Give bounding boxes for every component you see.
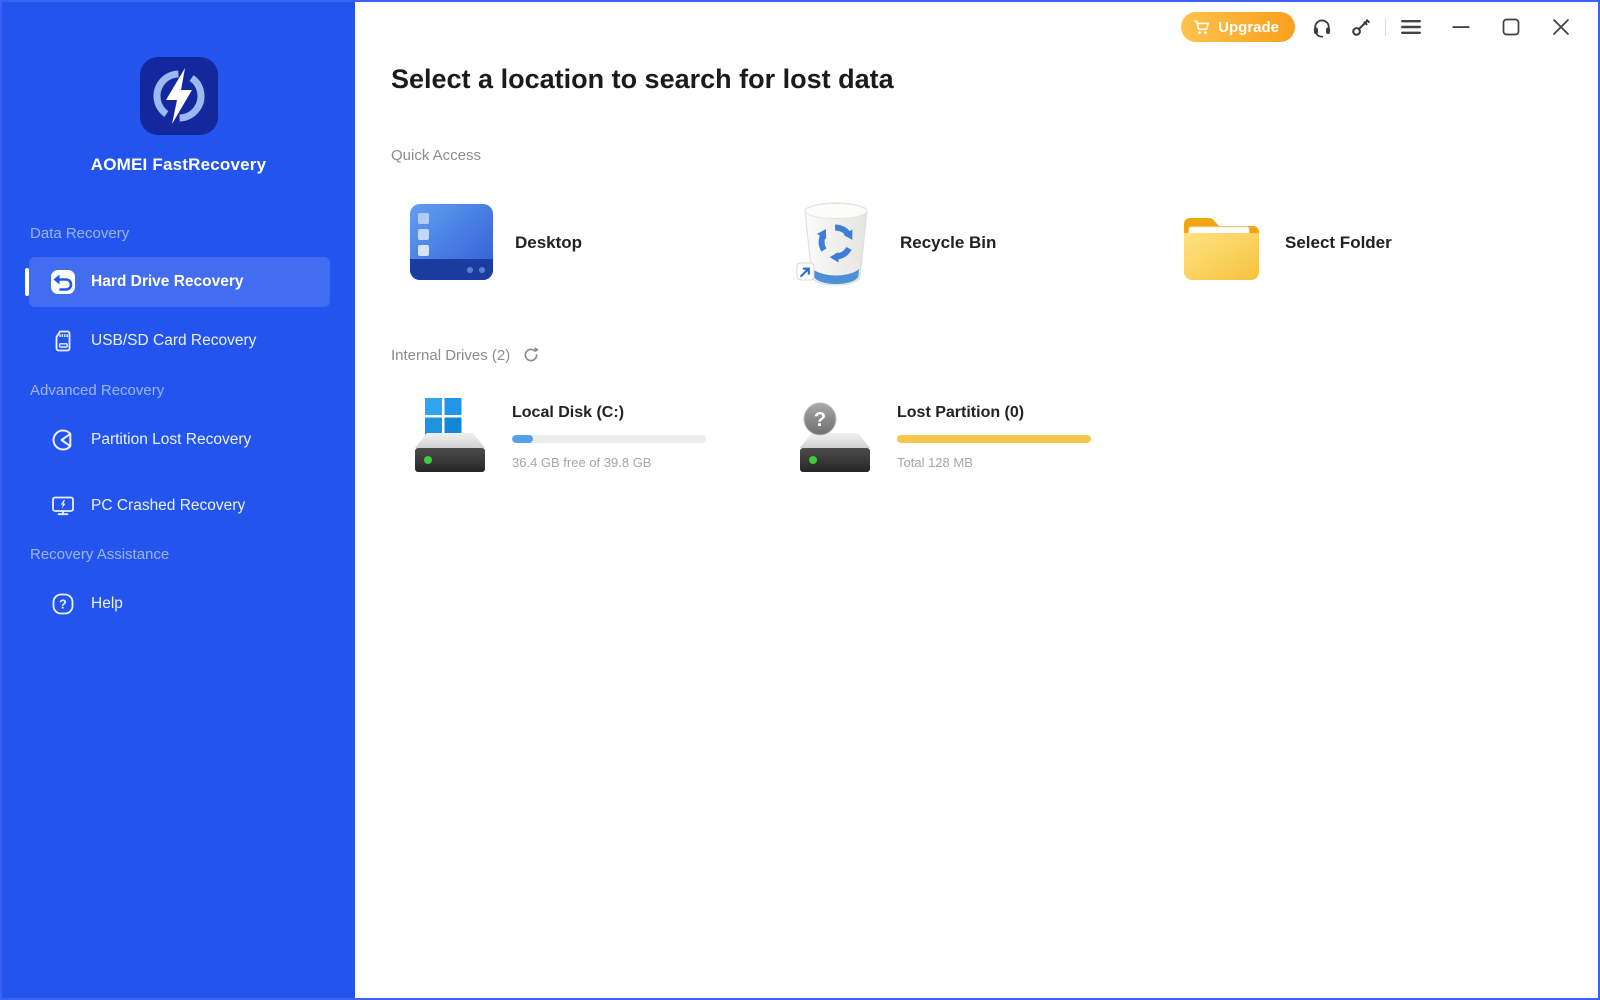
internal-drives-label: Internal Drives (2) xyxy=(391,346,511,364)
sidebar-item-partition-lost-recovery[interactable]: Partition Lost Recovery xyxy=(29,415,330,465)
app-title: AOMEI FastRecovery xyxy=(90,155,267,174)
menu-icon[interactable] xyxy=(1396,12,1426,42)
drive-usage-bar xyxy=(512,435,706,443)
drive-detail: Total 128 MB xyxy=(897,455,973,470)
quick-access-item-recycle-bin[interactable]: Recycle Bin xyxy=(793,200,1178,286)
internal-drives-label-row: Internal Drives (2) xyxy=(391,346,1598,364)
titlebar: Upgrade xyxy=(1181,12,1576,42)
hard-drive-windows-icon xyxy=(409,396,491,474)
quick-access-item-label: Desktop xyxy=(515,233,583,252)
sidebar-item-label: Hard Drive Recovery xyxy=(91,273,244,290)
drive-info: Lost Partition (0) Total 128 MB xyxy=(897,396,1093,474)
internal-drives-row: Local Disk (C:) 36.4 GB free of 39.8 GB xyxy=(391,396,1598,474)
pc-crash-icon xyxy=(50,493,76,519)
drive-usage-bar xyxy=(897,435,1091,443)
key-icon[interactable] xyxy=(1345,12,1375,42)
headset-icon[interactable] xyxy=(1307,12,1337,42)
sidebar-item-hard-drive-recovery[interactable]: Hard Drive Recovery xyxy=(25,257,330,307)
quick-access-label-text: Quick Access xyxy=(391,147,482,164)
recycle-bin-icon xyxy=(793,200,880,286)
quick-access-item-desktop[interactable]: Desktop xyxy=(408,200,793,286)
refresh-icon[interactable] xyxy=(522,346,540,364)
undo-arrow-icon xyxy=(50,269,76,295)
quick-access-row: Desktop Recycle Bin Select Folder xyxy=(391,200,1598,286)
sidebar: AOMEI FastRecovery Data Recovery Hard Dr… xyxy=(2,2,355,998)
titlebar-divider xyxy=(1385,18,1386,36)
desktop-icon xyxy=(408,200,495,286)
sidebar-item-label: USB/SD Card Recovery xyxy=(91,332,257,349)
app-logo-lightning-icon xyxy=(139,57,218,135)
hard-drive-question-icon: ? xyxy=(794,396,876,474)
svg-text:?: ? xyxy=(59,598,67,612)
drive-usage-fill xyxy=(897,435,1091,443)
sd-card-icon xyxy=(50,328,76,354)
partition-pie-icon xyxy=(50,427,76,453)
sidebar-item-help[interactable]: ? Help xyxy=(29,579,330,629)
quick-access-item-select-folder[interactable]: Select Folder xyxy=(1178,200,1563,286)
maximize-button[interactable] xyxy=(1496,12,1526,42)
quick-access-item-label: Recycle Bin xyxy=(900,233,997,252)
cart-icon xyxy=(1193,19,1211,35)
drive-item-local-disk-c[interactable]: Local Disk (C:) 36.4 GB free of 39.8 GB xyxy=(409,396,794,474)
upgrade-button[interactable]: Upgrade xyxy=(1181,12,1295,42)
question-badge: ? xyxy=(803,402,837,436)
quick-access-label: Quick Access xyxy=(391,147,1598,164)
main-content: Upgrade Select a location to search for … xyxy=(355,2,1598,998)
page-title: Select a location to search for lost dat… xyxy=(391,64,894,94)
drive-item-lost-partition[interactable]: ? Lost Partition (0) Total 128 MB xyxy=(794,396,1179,474)
app-window: AOMEI FastRecovery Data Recovery Hard Dr… xyxy=(0,0,1600,1000)
svg-text:?: ? xyxy=(814,409,826,431)
windows-logo xyxy=(425,398,462,435)
sidebar-item-label: Help xyxy=(91,595,123,612)
section-label-advanced-recovery: Advanced Recovery xyxy=(30,382,165,399)
drive-info: Local Disk (C:) 36.4 GB free of 39.8 GB xyxy=(512,396,708,474)
folder-icon xyxy=(1178,200,1265,286)
minimize-button[interactable] xyxy=(1446,12,1476,42)
sidebar-item-label: PC Crashed Recovery xyxy=(91,497,246,514)
sidebar-item-label: Partition Lost Recovery xyxy=(91,431,252,448)
section-label-recovery-assistance: Recovery Assistance xyxy=(30,546,170,563)
section-label-data-recovery: Data Recovery xyxy=(30,225,130,242)
sidebar-item-usb-sd-card-recovery[interactable]: USB/SD Card Recovery xyxy=(29,316,330,366)
upgrade-label: Upgrade xyxy=(1218,18,1279,36)
sidebar-item-pc-crashed-recovery[interactable]: PC Crashed Recovery xyxy=(29,481,330,531)
drive-detail: 36.4 GB free of 39.8 GB xyxy=(512,455,652,470)
drive-name: Lost Partition (0) xyxy=(897,404,1025,421)
help-icon: ? xyxy=(50,591,76,617)
close-button[interactable] xyxy=(1546,12,1576,42)
drive-usage-fill xyxy=(512,435,534,443)
drive-name: Local Disk (C:) xyxy=(512,404,625,421)
quick-access-item-label: Select Folder xyxy=(1285,233,1392,252)
active-indicator xyxy=(25,268,29,296)
